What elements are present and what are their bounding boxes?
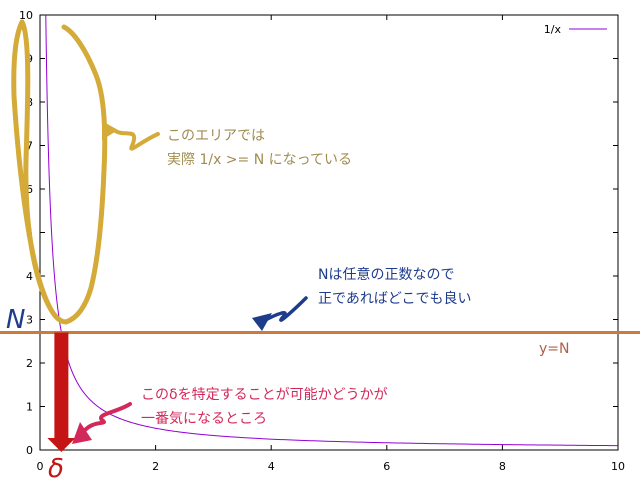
area-note: このエリアでは 実際 1/x >= N になっている [167, 124, 352, 172]
area-marker-stroke [112, 128, 160, 151]
y-tick-label-3: 3 [26, 314, 33, 327]
delta-symbol: δ [48, 454, 64, 480]
area-marker [102, 121, 160, 151]
x-tick-label-2: 4 [268, 460, 275, 473]
delta-marker [72, 402, 132, 444]
delta-marker-stroke [80, 402, 132, 436]
n-marker [252, 296, 308, 331]
x-tick-label-4: 8 [499, 460, 506, 473]
delta-note-line-2: 一番気になるところ [141, 411, 267, 427]
legend-entry-label: 1/x [544, 23, 562, 36]
x-tick-label-5: 10 [611, 460, 625, 473]
delta-arrow [47, 332, 76, 452]
x-tick-label-0: 0 [37, 460, 44, 473]
y-tick-label-1: 1 [26, 401, 33, 414]
x-tick-label-1: 2 [152, 460, 159, 473]
area-note-line-2: 実際 1/x >= N になっている [167, 152, 352, 168]
x-tick-label-3: 6 [383, 460, 390, 473]
legend: 1/x [544, 23, 607, 36]
n-note: Nは任意の正数なので 正であればどこでも良い [318, 263, 471, 311]
n-symbol: N [6, 305, 25, 335]
delta-arrow-shaft [54, 332, 69, 439]
n-note-line-1: Nは任意の正数なので [318, 267, 455, 283]
delta-note-line-1: このδを特定することが可能かどうかが [141, 387, 388, 403]
area-note-line-1: このエリアでは [167, 128, 265, 144]
n-marker-stroke [260, 296, 308, 324]
n-note-line-2: 正であればどこでも良い [318, 291, 472, 307]
threshold-label: y=N [539, 341, 570, 357]
delta-note: このδを特定することが可能かどうかが 一番気になるところ [141, 383, 388, 431]
y-tick-label-0: 0 [26, 444, 33, 457]
y-tick-label-4: 4 [26, 270, 33, 283]
series-line-1-over-x [45, 14, 619, 447]
y-tick-label-2: 2 [26, 357, 33, 370]
